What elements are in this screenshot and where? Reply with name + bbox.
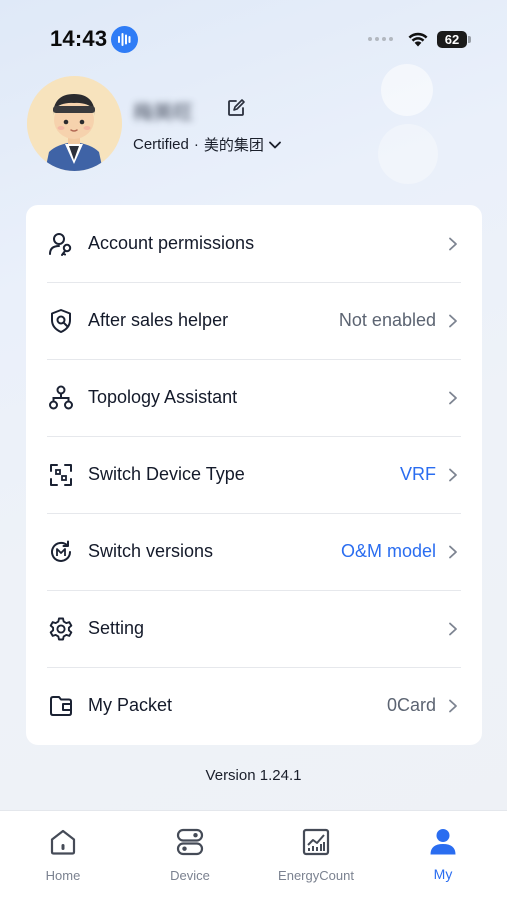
person-icon [430,829,456,855]
chart-icon [302,828,330,856]
certified-label: Certified [133,136,189,153]
user-key-icon [49,232,72,256]
tab-label: My [433,866,453,882]
status-bar: 14:43 62 [0,0,507,78]
version-mode-value: O&M model [340,541,436,561]
organization-name: 美的集团 [203,137,264,154]
menu-item-label: My Packet [88,695,173,715]
card-count-value: 0Card [386,695,436,715]
tab-device[interactable]: Device [127,811,253,900]
scan-frame-icon [50,463,72,486]
menu-item-switch-device-type[interactable]: Switch Device Type VRF [26,436,482,513]
menu-item-label: Setting [88,618,145,638]
tab-label: Home [45,868,81,883]
home-icon [50,829,76,855]
decorative-bubble [381,64,433,116]
app-version: Version 1.24.1 [205,767,302,784]
chevron-right-icon [449,468,457,481]
tab-my[interactable]: My [380,811,506,900]
menu-item-account-permissions[interactable]: Account permissions [26,205,482,282]
wifi-icon [408,32,428,47]
tab-label: EnergyCount [278,868,354,883]
chevron-right-icon [449,545,457,558]
bottom-tab-bar: Home Device EnergyCount My [0,810,507,900]
battery-indicator: 62 [437,30,471,48]
status-indicators: 62 [368,29,471,49]
menu-item-setting[interactable]: Setting [26,590,482,667]
user-name: 梅美旺 [133,102,193,124]
cellular-signal-icon [368,37,393,41]
menu-item-label: Switch versions [88,541,214,561]
chevron-right-icon [449,622,457,635]
decorative-bubble [378,124,438,184]
tab-home[interactable]: Home [0,811,126,900]
chevron-right-icon [449,391,457,404]
menu-item-topology-assistant[interactable]: Topology Assistant [26,359,482,436]
chevron-right-icon [449,237,457,250]
chevron-down-icon [268,141,281,148]
separator: · [193,136,199,153]
edit-icon[interactable] [226,98,246,118]
menu-item-label: Switch Device Type [88,464,245,484]
after-sales-status: Not enabled [338,310,436,330]
menu-item-after-sales-helper[interactable]: After sales helper Not enabled [26,282,482,359]
topology-icon [49,385,73,409]
shield-wrench-icon [51,308,71,333]
tab-energycount[interactable]: EnergyCount [253,811,379,900]
tab-label: Device [170,868,210,883]
menu-item-label: Topology Assistant [88,387,238,407]
wallet-icon [50,695,72,716]
menu-item-label: Account permissions [88,233,255,253]
chevron-right-icon [449,699,457,712]
menu-item-label: After sales helper [88,310,229,330]
chevron-right-icon [449,314,457,327]
switch-version-icon [51,540,71,562]
status-time: 14:43 [50,26,108,51]
menu-item-my-packet[interactable]: My Packet 0Card [26,667,482,744]
audio-recording-icon [111,26,138,53]
settings-menu-card: Account permissions After sales helper N… [26,205,482,745]
device-icon [176,828,204,856]
gear-icon [49,617,73,640]
certification-row[interactable]: Certified · 美的集团 [133,134,281,155]
menu-item-switch-versions[interactable]: Switch versions O&M model [26,513,482,590]
avatar[interactable] [27,76,122,171]
device-type-value: VRF [400,464,436,484]
